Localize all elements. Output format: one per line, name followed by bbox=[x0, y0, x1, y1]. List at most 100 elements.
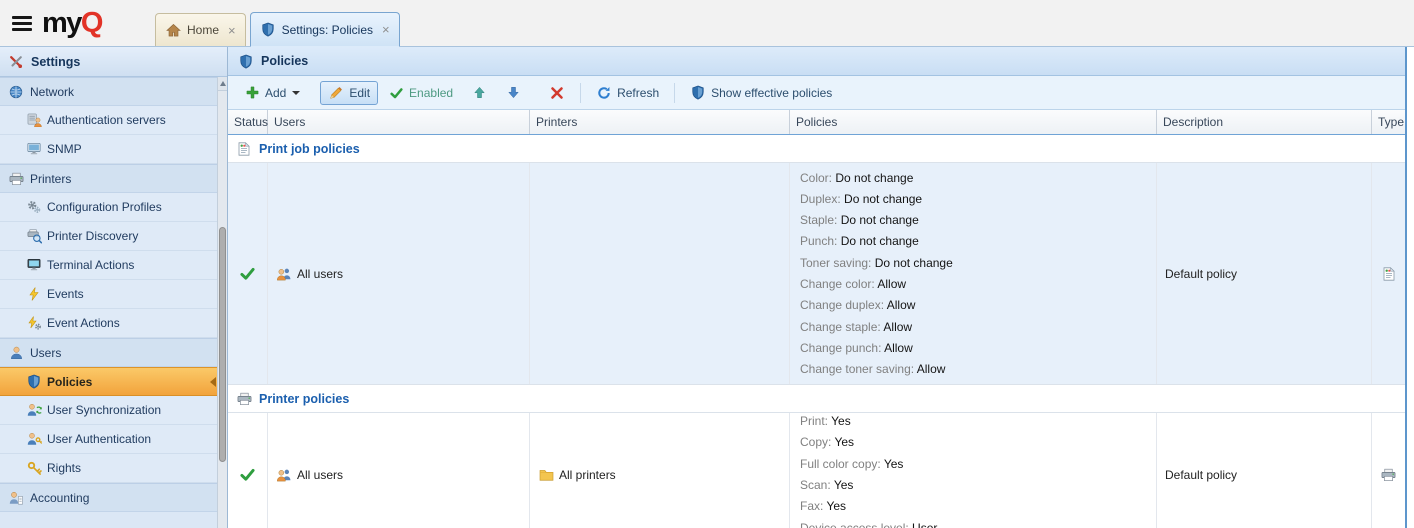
sidebar-item-label: Printers bbox=[30, 172, 71, 186]
policy-row-printer-default[interactable]: All users All printers Print: YesCopy: Y… bbox=[228, 413, 1405, 528]
scroll-up-arrow-icon[interactable] bbox=[218, 77, 227, 91]
panel-header: Policies bbox=[228, 47, 1405, 76]
policies-toolbar: Add Edit Enabled bbox=[228, 76, 1405, 110]
add-button-label: Add bbox=[265, 86, 286, 100]
users-cell-text: All users bbox=[297, 267, 343, 281]
status-enabled-icon bbox=[240, 267, 256, 280]
scrollbar-thumb[interactable] bbox=[219, 227, 226, 462]
status-enabled-icon bbox=[240, 468, 256, 481]
close-tab-icon[interactable]: × bbox=[382, 23, 390, 36]
sidebar-item-printer-discovery[interactable]: Printer Discovery bbox=[0, 222, 217, 251]
printer-policy-icon bbox=[236, 392, 252, 406]
sidebar-item-authentication-servers[interactable]: Authentication servers bbox=[0, 106, 217, 135]
sidebar-item-label: User Authentication bbox=[47, 432, 151, 446]
policy-line: Color: Do not change bbox=[800, 170, 913, 186]
sidebar-item-printers[interactable]: Printers bbox=[0, 164, 217, 193]
add-button[interactable]: Add bbox=[236, 81, 308, 105]
show-effective-policies-button[interactable]: Show effective policies bbox=[682, 80, 840, 105]
policy-line: Fax: Yes bbox=[800, 498, 846, 514]
body-row: Settings Network Authentication servers bbox=[0, 47, 1414, 528]
group-row-printer-policies[interactable]: Printer policies bbox=[228, 385, 1405, 413]
refresh-button[interactable]: Refresh bbox=[588, 81, 667, 105]
column-header-users[interactable]: Users bbox=[268, 110, 530, 134]
grid-header-row: Status Users Printers Policies Descripti… bbox=[228, 110, 1405, 135]
policy-line: Change color: Allow bbox=[800, 276, 906, 292]
policy-line: Change copies: Allow bbox=[800, 382, 915, 384]
sidebar-item-label: Users bbox=[30, 346, 61, 360]
sidebar-item-label: Events bbox=[47, 287, 84, 301]
sidebar-item-label: Authentication servers bbox=[47, 113, 166, 127]
plus-icon bbox=[244, 86, 260, 99]
brand-area: myQ bbox=[0, 0, 102, 47]
users-group-icon bbox=[276, 468, 292, 482]
sidebar-item-snmp[interactable]: SNMP bbox=[0, 135, 217, 164]
sidebar-scrollbar[interactable] bbox=[217, 77, 227, 528]
toolbar-separator bbox=[674, 83, 675, 103]
sidebar-item-user-synchronization[interactable]: User Synchronization bbox=[0, 396, 217, 425]
sidebar-item-label: Network bbox=[30, 85, 74, 99]
close-tab-icon[interactable]: × bbox=[228, 24, 236, 37]
column-header-status[interactable]: Status bbox=[228, 110, 268, 134]
column-header-policies[interactable]: Policies bbox=[790, 110, 1157, 134]
policy-line: Scan: Yes bbox=[800, 477, 853, 493]
policy-line: Copy: Yes bbox=[800, 434, 854, 450]
printer-icon bbox=[8, 172, 24, 186]
column-header-printers[interactable]: Printers bbox=[530, 110, 790, 134]
shield-icon bbox=[238, 54, 254, 69]
delete-x-icon bbox=[549, 87, 565, 99]
sidebar-item-accounting[interactable]: Accounting bbox=[0, 483, 217, 512]
sidebar-item-label: Event Actions bbox=[47, 316, 120, 330]
type-cell bbox=[1372, 163, 1405, 384]
sidebar-item-network[interactable]: Network bbox=[0, 77, 217, 106]
user-icon bbox=[8, 346, 24, 359]
logo-text-q: Q bbox=[81, 7, 102, 39]
policy-line: Change staple: Allow bbox=[800, 319, 912, 335]
users-cell: All users bbox=[268, 163, 530, 384]
move-down-button[interactable] bbox=[497, 81, 529, 104]
sidebar-item-label: Accounting bbox=[30, 491, 89, 505]
show-effective-policies-label: Show effective policies bbox=[711, 86, 832, 100]
sidebar-item-event-actions[interactable]: Event Actions bbox=[0, 309, 217, 338]
top-bar: myQ Home × Settings: Policies × bbox=[0, 0, 1414, 47]
tab-home[interactable]: Home × bbox=[155, 13, 246, 46]
sidebar-item-users[interactable]: Users bbox=[0, 338, 217, 367]
toolbar-separator bbox=[580, 83, 581, 103]
sidebar-item-events[interactable]: Events bbox=[0, 280, 217, 309]
enabled-button[interactable]: Enabled bbox=[380, 81, 461, 105]
tab-label: Home bbox=[187, 23, 219, 37]
arrow-down-icon bbox=[505, 86, 521, 99]
group-row-print-job-policies[interactable]: Print job policies bbox=[228, 135, 1405, 163]
myq-app-window: myQ Home × Settings: Policies × bbox=[0, 0, 1414, 528]
sidebar-item-policies[interactable]: Policies bbox=[0, 367, 217, 396]
policy-row-print-job-default[interactable]: All users Keep jobs for reprint: YesColo… bbox=[228, 163, 1405, 385]
sidebar-item-label: Terminal Actions bbox=[47, 258, 134, 272]
sidebar-item-rights[interactable]: Rights bbox=[0, 454, 217, 483]
sidebar-item-label: Configuration Profiles bbox=[47, 200, 162, 214]
sidebar-item-label: Printer Discovery bbox=[47, 229, 138, 243]
pencil-icon bbox=[328, 86, 344, 100]
sidebar-item-user-authentication[interactable]: User Authentication bbox=[0, 425, 217, 454]
policy-line: Full color copy: Yes bbox=[800, 456, 903, 472]
policy-line: Print: Yes bbox=[800, 413, 851, 429]
tab-settings-policies[interactable]: Settings: Policies × bbox=[250, 12, 400, 47]
shield-icon bbox=[260, 22, 276, 37]
settings-sidebar: Settings Network Authentication servers bbox=[0, 47, 228, 528]
sidebar-item-label: User Synchronization bbox=[47, 403, 161, 417]
column-header-type[interactable]: Type bbox=[1372, 110, 1405, 134]
move-up-button[interactable] bbox=[463, 81, 495, 104]
sidebar-item-label: SNMP bbox=[47, 142, 82, 156]
sidebar-item-configuration-profiles[interactable]: Configuration Profiles bbox=[0, 193, 217, 222]
edit-button[interactable]: Edit bbox=[320, 81, 378, 105]
arrow-up-icon bbox=[471, 86, 487, 99]
delete-button[interactable] bbox=[541, 82, 573, 104]
sidebar-item-terminal-actions[interactable]: Terminal Actions bbox=[0, 251, 217, 280]
description-cell: Default policy bbox=[1157, 163, 1372, 384]
accounting-icon bbox=[8, 491, 24, 505]
menu-icon[interactable] bbox=[12, 16, 32, 31]
column-header-description[interactable]: Description bbox=[1157, 110, 1372, 134]
edit-button-label: Edit bbox=[349, 86, 370, 100]
policies-cell: Keep jobs for reprint: YesColor: Do not … bbox=[790, 163, 1157, 384]
policies-cell: Print: Yes Copy: Yes Full color copy: Yes S… bbox=[790, 413, 1157, 528]
policy-line: Duplex: Do not change bbox=[800, 191, 922, 207]
printers-cell bbox=[530, 163, 790, 384]
